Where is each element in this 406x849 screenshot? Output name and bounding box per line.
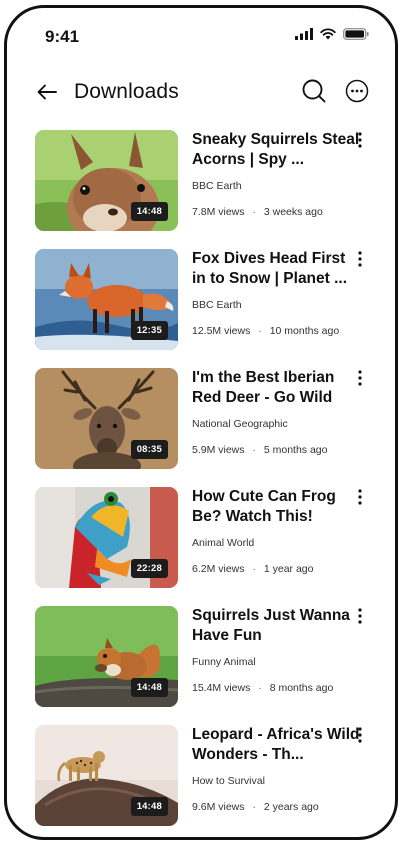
view-count: 5.9M views [192, 444, 245, 456]
status-icons [295, 28, 369, 40]
video-duration: 14:48 [130, 202, 168, 221]
video-thumbnail[interactable]: 14:48 [35, 606, 178, 707]
view-count: 9.6M views [192, 801, 245, 813]
video-title[interactable]: Leopard - Africa's Wild Wonders - Th... [192, 725, 362, 765]
video-duration: 08:35 [130, 440, 168, 459]
video-title[interactable]: Sneaky Squirrels Steal Acorns | Spy ... [192, 130, 362, 170]
video-meta: 7.8M views · 3 weeks ago [192, 206, 362, 218]
more-vertical-icon [358, 132, 362, 148]
more-vertical-icon [358, 489, 362, 505]
upload-age: 5 months ago [263, 444, 328, 456]
video-info: Fox Dives Head First in to Snow | Planet… [192, 249, 362, 337]
arrow-left-icon [37, 84, 57, 100]
status-bar: 9:41 [7, 8, 395, 66]
video-thumbnail[interactable]: 14:48 [35, 725, 178, 826]
video-info: I'm the Best Iberian Red Deer - Go Wild … [192, 368, 362, 456]
video-title[interactable]: Squirrels Just Wanna Have Fun [192, 606, 362, 646]
phone-frame: 9:41 Downloads 14:48 Sneaky Squirrels St… [4, 5, 398, 840]
list-item[interactable]: 14:48 Sneaky Squirrels Steal Acorns | Sp… [7, 130, 395, 233]
video-meta: 6.2M views · 1 year ago [192, 563, 362, 575]
video-thumbnail[interactable]: 08:35 [35, 368, 178, 469]
upload-age: 2 years ago [263, 801, 319, 813]
video-title[interactable]: I'm the Best Iberian Red Deer - Go Wild [192, 368, 362, 408]
battery-icon [343, 28, 369, 40]
video-meta: 5.9M views · 5 months ago [192, 444, 362, 456]
item-menu-button[interactable] [353, 608, 367, 626]
more-horizontal-icon [345, 79, 369, 103]
search-button[interactable] [301, 78, 327, 104]
more-vertical-icon [358, 370, 362, 386]
item-menu-button[interactable] [353, 489, 367, 507]
meta-separator: · [252, 801, 256, 813]
video-thumbnail[interactable]: 14:48 [35, 130, 178, 231]
more-vertical-icon [358, 608, 362, 624]
list-item[interactable]: 22:28 How Cute Can Frog Be? Watch This! … [7, 487, 395, 590]
page-title: Downloads [74, 80, 179, 103]
upload-age: 3 weeks ago [263, 206, 323, 218]
list-item[interactable]: 12:35 Fox Dives Head First in to Snow | … [7, 249, 395, 352]
view-count: 6.2M views [192, 563, 245, 575]
video-info: How Cute Can Frog Be? Watch This! Animal… [192, 487, 362, 575]
channel-name: Animal World [192, 537, 255, 549]
video-duration: 12:35 [130, 321, 168, 340]
upload-age: 8 months ago [269, 682, 334, 694]
video-meta: 9.6M views · 2 years ago [192, 801, 362, 813]
video-title[interactable]: Fox Dives Head First in to Snow | Planet… [192, 249, 362, 289]
meta-separator: · [252, 563, 256, 575]
more-options-button[interactable] [345, 79, 369, 103]
list-item[interactable]: 08:35 I'm the Best Iberian Red Deer - Go… [7, 368, 395, 471]
meta-separator: · [252, 444, 256, 456]
view-count: 15.4M views [192, 682, 251, 694]
video-meta: 15.4M views · 8 months ago [192, 682, 362, 694]
video-meta: 12.5M views · 10 months ago [192, 325, 362, 337]
video-duration: 14:48 [130, 678, 168, 697]
item-menu-button[interactable] [353, 251, 367, 269]
video-info: Leopard - Africa's Wild Wonders - Th... … [192, 725, 362, 813]
video-title[interactable]: How Cute Can Frog Be? Watch This! [192, 487, 362, 527]
back-button[interactable] [35, 80, 59, 104]
channel-name: BBC Earth [192, 299, 242, 311]
video-info: Squirrels Just Wanna Have Fun Funny Anim… [192, 606, 362, 694]
meta-separator: · [252, 206, 256, 218]
video-duration: 14:48 [130, 797, 168, 816]
list-item[interactable]: 14:48 Leopard - Africa's Wild Wonders - … [7, 725, 395, 828]
meta-separator: · [258, 682, 262, 694]
video-duration: 22:28 [130, 559, 168, 578]
channel-name: BBC Earth [192, 180, 242, 192]
signal-icon [295, 28, 313, 40]
wifi-icon [320, 28, 336, 40]
more-vertical-icon [358, 251, 362, 267]
list-item[interactable]: 14:48 Squirrels Just Wanna Have Fun Funn… [7, 606, 395, 709]
upload-age: 1 year ago [263, 563, 314, 575]
more-vertical-icon [358, 727, 362, 743]
channel-name: How to Survival [192, 775, 265, 787]
app-header: Downloads [7, 66, 395, 122]
item-menu-button[interactable] [353, 132, 367, 150]
channel-name: National Geographic [192, 418, 288, 430]
item-menu-button[interactable] [353, 727, 367, 745]
status-time: 9:41 [45, 27, 80, 46]
search-icon [302, 79, 326, 103]
view-count: 7.8M views [192, 206, 245, 218]
item-menu-button[interactable] [353, 370, 367, 388]
meta-separator: · [258, 325, 262, 337]
video-thumbnail[interactable]: 12:35 [35, 249, 178, 350]
channel-name: Funny Animal [192, 656, 256, 668]
view-count: 12.5M views [192, 325, 251, 337]
video-thumbnail[interactable]: 22:28 [35, 487, 178, 588]
video-info: Sneaky Squirrels Steal Acorns | Spy ... … [192, 130, 362, 218]
upload-age: 10 months ago [269, 325, 340, 337]
